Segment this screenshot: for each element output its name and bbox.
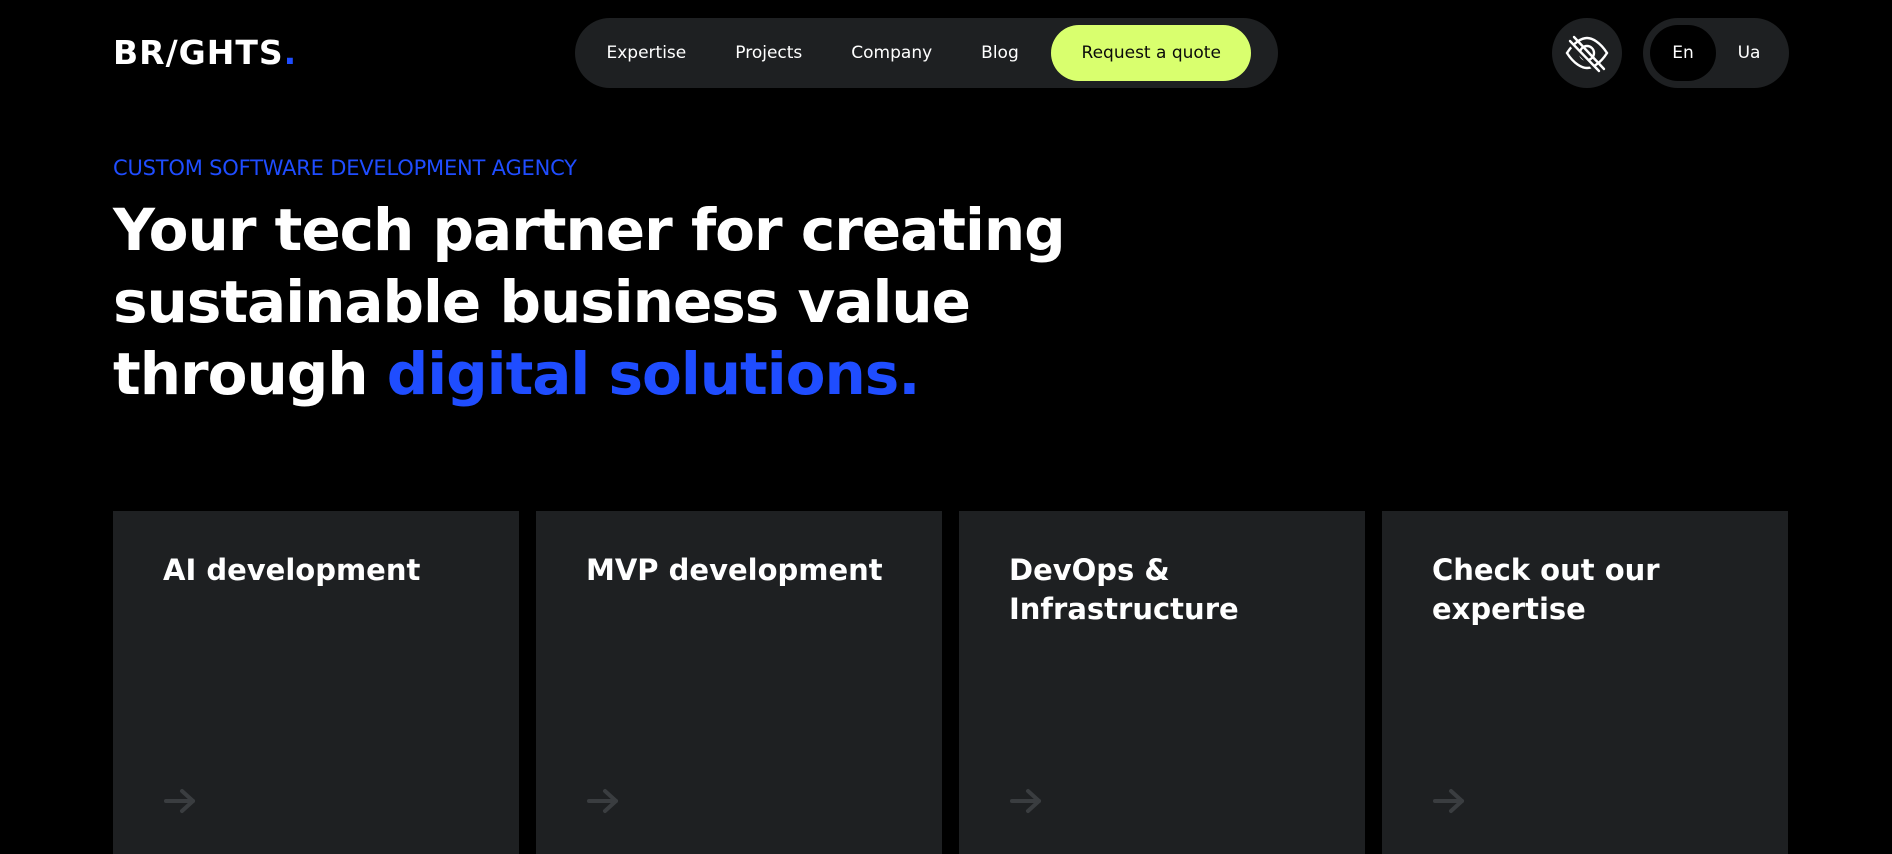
service-cards: AI development MVP development DevOps & … [113,511,1788,854]
main-nav: Expertise Projects Company Blog Request … [575,18,1278,88]
card-check-expertise[interactable]: Check out our expertise [1382,511,1788,854]
logo-dot: . [283,33,298,72]
nav-company[interactable]: Company [827,18,957,88]
card-title: DevOps & Infrastructure [1009,553,1239,626]
arrow-right-icon [164,789,195,813]
headline-accent: digital solutions [386,340,900,408]
nav-projects[interactable]: Projects [711,18,827,88]
hero-headline: Your tech partner for creating sustainab… [113,194,1113,410]
headline-line-3: through [113,340,387,408]
nav-blog[interactable]: Blog [957,18,1044,88]
headline-accent-dot: . [898,340,920,408]
headline-line-1: Your tech partner for creating [113,196,1066,264]
card-title: Check out our expertise [1432,553,1660,626]
arrow-right-icon [587,789,618,813]
hero-eyebrow: CUSTOM SOFTWARE DEVELOPMENT AGENCY [113,156,577,180]
card-title: MVP development [586,553,883,587]
nav-expertise[interactable]: Expertise [582,18,711,88]
brand-logo[interactable]: BR/GHTS. [113,36,297,70]
logo-text: BR/GHTS [113,33,284,72]
card-mvp-development[interactable]: MVP development [536,511,942,854]
card-ai-development[interactable]: AI development [113,511,519,854]
card-title: AI development [163,553,421,587]
headline-line-2: sustainable business value [113,268,971,336]
accessibility-toggle-button[interactable] [1552,18,1622,88]
lang-en[interactable]: En [1650,25,1716,81]
card-devops-infrastructure[interactable]: DevOps & Infrastructure [959,511,1365,854]
language-switcher: En Ua [1643,18,1789,88]
request-quote-button[interactable]: Request a quote [1051,25,1252,81]
eye-slash-icon [1565,35,1609,73]
lang-ua[interactable]: Ua [1716,25,1782,81]
arrow-right-icon [1010,789,1041,813]
arrow-right-icon [1433,789,1464,813]
